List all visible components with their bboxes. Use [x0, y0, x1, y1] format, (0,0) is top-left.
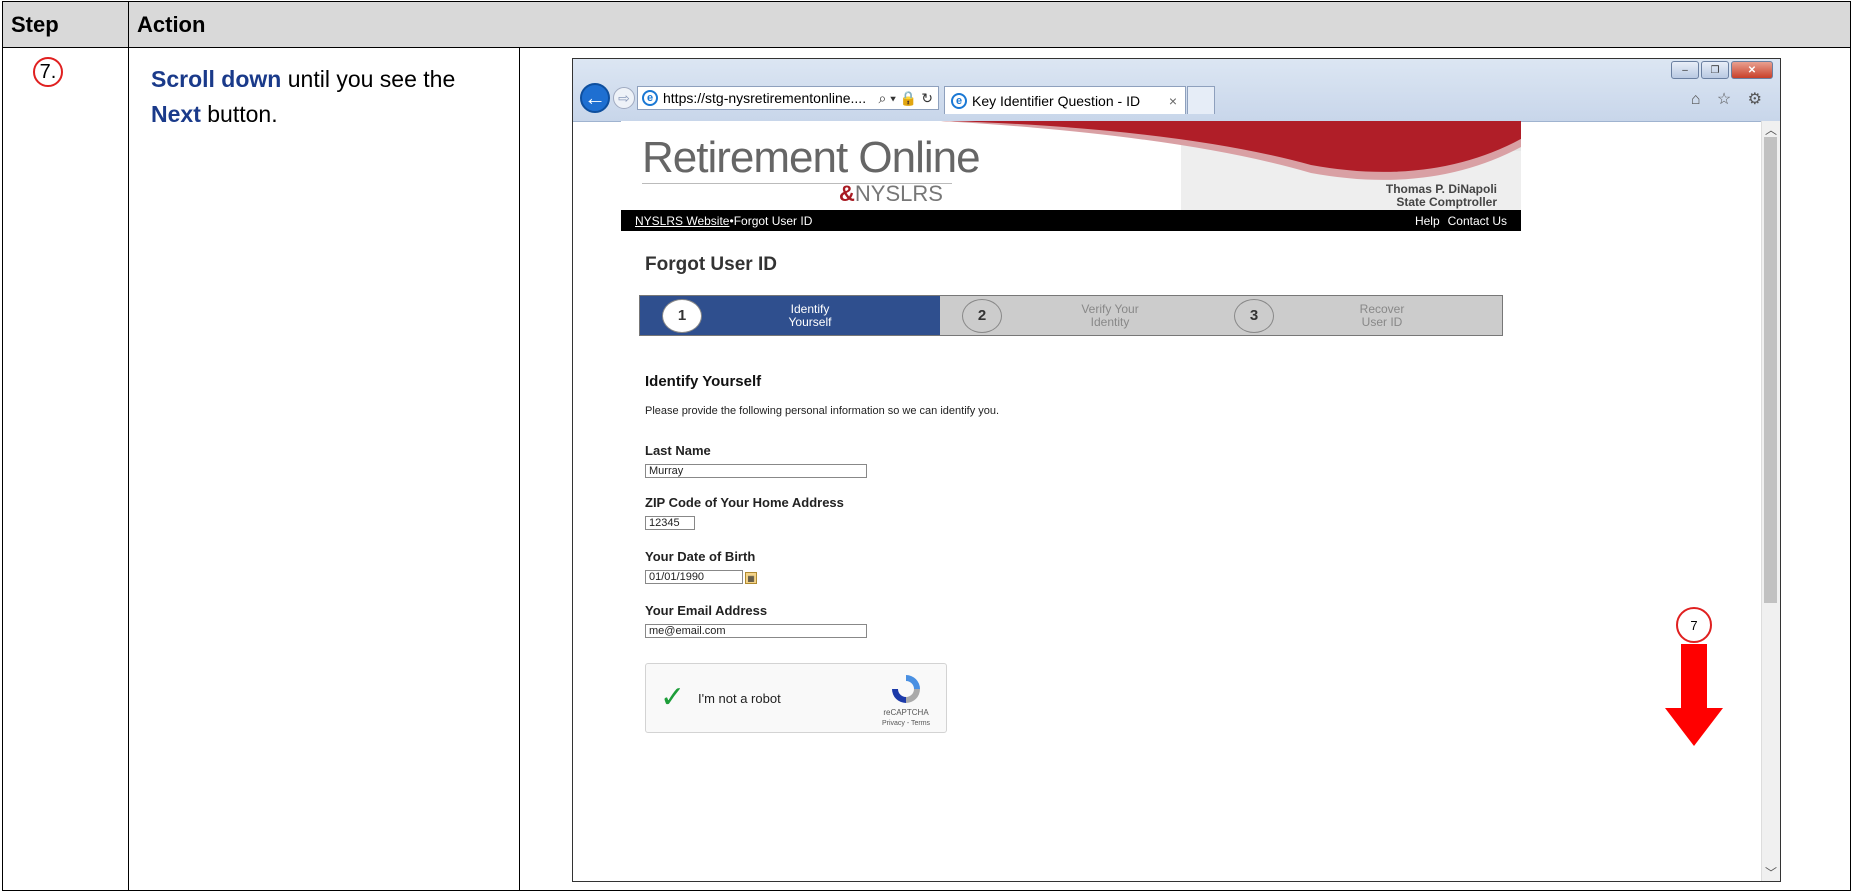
zip-label: ZIP Code of Your Home Address — [645, 495, 844, 510]
minimize-button[interactable]: – — [1671, 61, 1699, 79]
action-instruction: Scroll down until you see the Next butto… — [129, 48, 519, 132]
dob-input[interactable]: 01/01/1990 — [645, 570, 743, 584]
stepper-step-2-line2: Identity — [1090, 314, 1130, 329]
stepper-step-3: 3 Recover User ID — [1212, 296, 1484, 335]
address-bar-icons[interactable]: ⌕ ▾ 🔒 ↻ — [878, 90, 938, 107]
dob-label: Your Date of Birth — [645, 549, 756, 564]
action-cell: Scroll down until you see the Next butto… — [128, 47, 520, 891]
forward-arrow-icon[interactable]: ⇨ — [613, 87, 635, 109]
stepper-step-1-number: 1 — [662, 298, 702, 333]
web-page: Retirement Online &NYSLRS Thomas P. DiNa… — [621, 121, 1521, 881]
header-action: Action — [128, 1, 1851, 48]
comptroller-info: Thomas P. DiNapoli State Comptroller — [1386, 183, 1497, 209]
zip-input[interactable]: 12345 — [645, 516, 695, 530]
scroll-down-icon[interactable]: ﹀ — [1765, 864, 1777, 881]
nav-current-page: Forgot User ID — [733, 213, 813, 228]
checkmark-icon[interactable]: ✓ — [660, 680, 685, 715]
logo-ampersand: & — [839, 181, 855, 206]
header-step: Step — [2, 1, 129, 48]
stepper-step-3-line2: User ID — [1361, 314, 1403, 329]
stepper-step-1: 1 Identify Yourself — [640, 296, 940, 335]
tab-title: Key Identifier Question - ID — [972, 92, 1141, 109]
scroll-up-icon[interactable]: ︿ — [1765, 121, 1777, 138]
address-bar[interactable]: e https://stg-nysretirementonline.... ⌕ … — [637, 86, 939, 110]
last-name-label: Last Name — [645, 443, 711, 458]
stepper-step-2: 2 Verify Your Identity — [940, 296, 1212, 335]
email-input[interactable]: me@email.com — [645, 624, 867, 638]
calendar-icon[interactable]: ▦ — [745, 572, 757, 584]
browser-chrome: – ❐ ✕ ← ⇨ e https://stg-nysretirementonl… — [573, 59, 1780, 122]
tab-close-icon[interactable]: × — [1169, 93, 1185, 109]
recaptcha-label: I'm not a robot — [698, 691, 781, 706]
nav-help-link[interactable]: Help — [1415, 214, 1440, 228]
stepper-step-1-label: Identify Yourself — [770, 301, 850, 329]
tab-ie-icon: e — [951, 92, 967, 109]
ie-logo-icon: e — [642, 90, 658, 106]
nav-right-links: Help Contact Us — [1415, 214, 1507, 228]
stepper-step-1-line1: Identify — [790, 301, 830, 316]
toolbar-icons[interactable]: ⌂ ☆ ⚙ — [1691, 89, 1768, 109]
scroll-down-arrow-annotation — [1665, 644, 1723, 746]
maximize-button[interactable]: ❐ — [1701, 61, 1729, 79]
recaptcha-brand: reCAPTCHA — [883, 708, 929, 717]
site-logo-sub: &NYSLRS — [839, 181, 943, 207]
window-controls: – ❐ ✕ — [1671, 61, 1773, 79]
site-logo[interactable]: Retirement Online — [642, 133, 981, 183]
scrollbar-thumb[interactable] — [1764, 137, 1777, 603]
action-emphasis-scroll: Scroll down — [151, 66, 282, 92]
progress-stepper: 1 Identify Yourself 2 Verify Your Identity… — [639, 295, 1503, 336]
comptroller-title: State Comptroller — [1396, 195, 1497, 209]
browser-window: – ❐ ✕ ← ⇨ e https://stg-nysretirementonl… — [572, 58, 1781, 882]
nav-nyslrs-website-link[interactable]: NYSLRS Website — [635, 214, 729, 228]
stepper-step-2-number: 2 — [962, 298, 1002, 333]
stepper-step-3-line1: Recover — [1359, 301, 1405, 316]
close-window-button[interactable]: ✕ — [1731, 61, 1773, 79]
stepper-step-3-label: Recover User ID — [1342, 301, 1422, 329]
step-callout-badge: 7 — [1676, 607, 1712, 643]
back-arrow-icon[interactable]: ← — [580, 83, 610, 113]
action-text-part2: button. — [200, 101, 278, 127]
action-emphasis-next: Next — [151, 101, 201, 127]
stepper-step-2-line1: Verify Your — [1081, 301, 1139, 316]
recaptcha-privacy-terms[interactable]: Privacy - Terms — [876, 720, 936, 727]
site-navbar: NYSLRS Website • Forgot User ID Help Con… — [621, 210, 1521, 231]
nav-contact-link[interactable]: Contact Us — [1448, 214, 1507, 228]
new-tab-button[interactable] — [1187, 86, 1215, 114]
page-title: Forgot User ID — [645, 254, 777, 275]
stepper-step-3-number: 3 — [1234, 298, 1274, 333]
step-number: 7. — [33, 57, 63, 87]
step-cell: 7. — [2, 47, 129, 891]
email-label: Your Email Address — [645, 603, 768, 618]
vertical-scrollbar[interactable]: ︿ ﹀ — [1761, 121, 1780, 881]
address-url: https://stg-nysretirementonline.... — [663, 90, 867, 106]
stepper-step-1-line2: Yourself — [788, 314, 832, 329]
browser-tab[interactable]: e Key Identifier Question - ID × — [944, 86, 1186, 114]
action-text-part1: until you see the — [281, 66, 456, 92]
site-header: Retirement Online &NYSLRS Thomas P. DiNa… — [621, 121, 1521, 211]
logo-nyslrs: NYSLRS — [854, 181, 943, 206]
last-name-input[interactable]: Murray — [645, 464, 867, 478]
section-intro: Please provide the following personal in… — [645, 405, 1000, 417]
section-title: Identify Yourself — [645, 373, 762, 390]
recaptcha-widget[interactable]: ✓ I'm not a robot reCAPTCHA Privacy - Te… — [645, 663, 947, 733]
stepper-step-2-label: Verify Your Identity — [1070, 301, 1150, 329]
recaptcha-logo-icon — [892, 675, 920, 703]
